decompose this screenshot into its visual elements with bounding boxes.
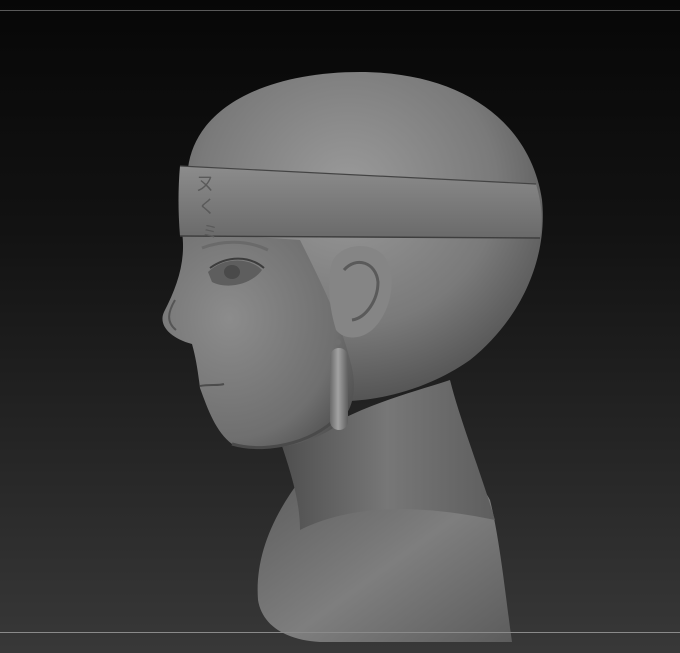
viewport-bottom-border	[0, 632, 680, 633]
3d-viewport[interactable]: ㄡ く ミ	[0, 0, 680, 653]
sculpt-model[interactable]: ㄡ く ミ	[0, 0, 680, 653]
model-earring	[330, 348, 348, 430]
headband-glyph-2: く	[198, 197, 216, 218]
headband-glyph-1: ㄡ	[196, 174, 214, 195]
headband-glyph-3: ミ	[202, 222, 218, 241]
